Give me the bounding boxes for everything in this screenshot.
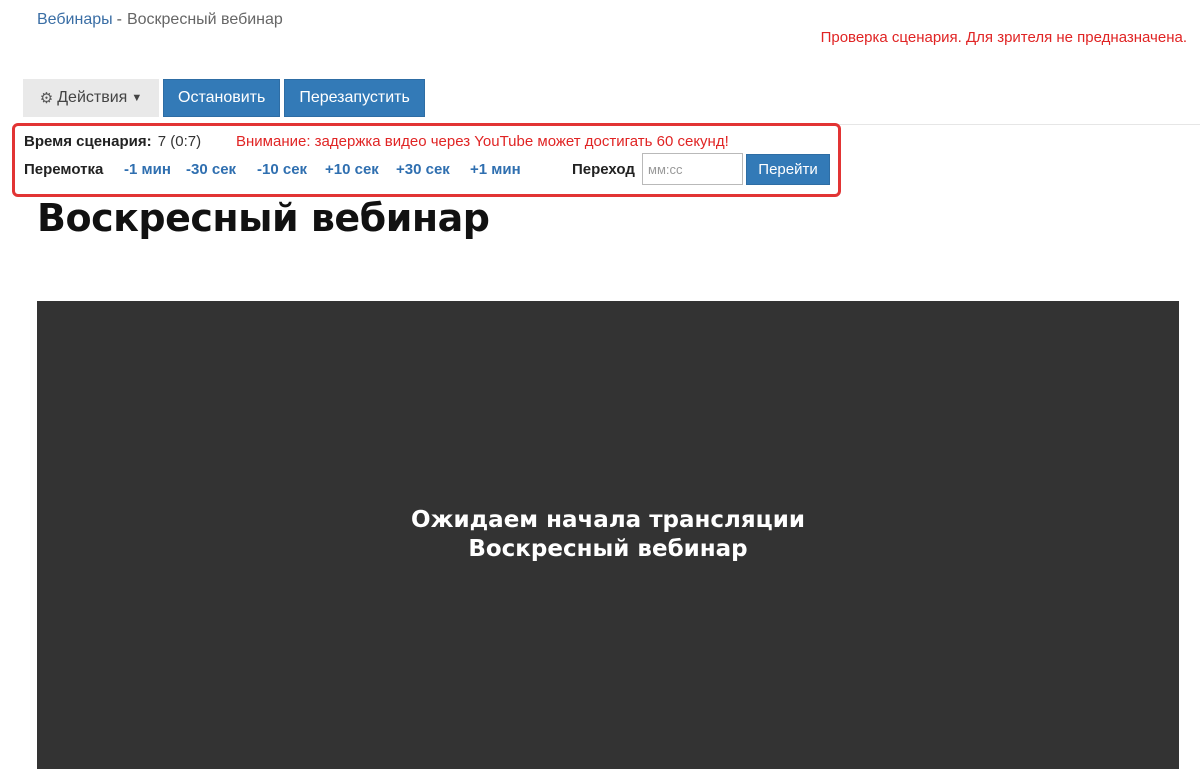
breadcrumb-separator: - — [116, 11, 122, 28]
webinar-name: Воскресный вебинар — [468, 536, 748, 562]
seek-plus-1-min[interactable]: +1 мин — [470, 161, 521, 178]
page-title: Воскресный вебинар — [37, 196, 490, 240]
goto-label: Переход — [572, 161, 635, 178]
goto-button[interactable]: Перейти — [746, 154, 830, 185]
seek-plus-30-sec[interactable]: +30 сек — [396, 161, 450, 178]
breadcrumb-link-webinars[interactable]: Вебинары — [37, 11, 113, 28]
waiting-message: Ожидаем начала трансляции — [411, 507, 805, 533]
actions-dropdown-button[interactable]: ⚙ Действия ▼ — [23, 79, 159, 117]
seek-minus-30-sec[interactable]: -30 сек — [186, 161, 236, 178]
seek-minus-1-min[interactable]: -1 мин — [124, 161, 171, 178]
restart-button[interactable]: Перезапустить — [284, 79, 425, 117]
actions-label: Действия — [57, 89, 128, 106]
scenario-time-value: 7 (0:7) — [157, 133, 202, 150]
caret-down-icon: ▼ — [131, 92, 143, 104]
gears-icon: ⚙ — [39, 90, 54, 107]
toolbar: ⚙ Действия ▼ Остановить Перезапустить — [23, 79, 425, 117]
breadcrumb: Вебинары - Воскресный вебинар — [37, 11, 283, 29]
video-player[interactable]: Ожидаем начала трансляции Воскресный веб… — [37, 301, 1179, 769]
scenario-time-label: Время сценария: — [24, 133, 152, 150]
preview-notice: Проверка сценария. Для зрителя не предна… — [820, 29, 1187, 46]
youtube-delay-warning: Внимание: задержка видео через YouTube м… — [236, 133, 729, 150]
breadcrumb-current: Воскресный вебинар — [126, 11, 283, 28]
scenario-control-panel: Время сценария: 7 (0:7) Внимание: задерж… — [12, 123, 841, 197]
scenario-time-row: Время сценария: 7 (0:7) Внимание: задерж… — [24, 133, 729, 150]
rewind-label: Перемотка — [24, 161, 104, 178]
stop-button[interactable]: Остановить — [163, 79, 281, 117]
seek-minus-10-sec[interactable]: -10 сек — [257, 161, 307, 178]
goto-time-input[interactable] — [642, 153, 743, 185]
seek-plus-10-sec[interactable]: +10 сек — [325, 161, 379, 178]
